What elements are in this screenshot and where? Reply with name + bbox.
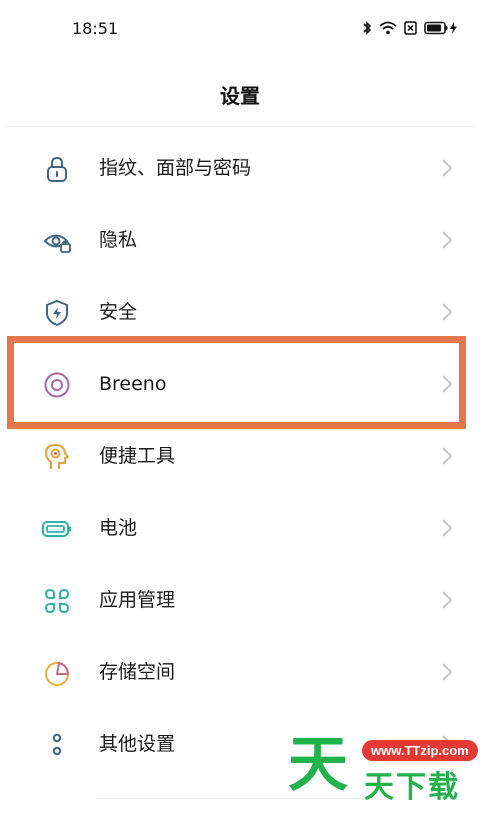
settings-item-label: 电池	[99, 517, 138, 539]
battery-icon	[42, 521, 71, 537]
battery-charging-icon	[424, 21, 457, 35]
breeno-icon	[44, 372, 70, 398]
chevron-right-icon	[442, 519, 453, 537]
status-bar: 18:51	[0, 0, 480, 60]
settings-item-convenience-tools[interactable]: 便捷工具	[0, 420, 480, 492]
settings-item-privacy[interactable]: 隐私	[0, 204, 480, 276]
status-time: 18:51	[72, 19, 119, 38]
watermark-url: www.TTzip.com	[362, 740, 478, 761]
settings-item-label: 存储空间	[99, 661, 176, 683]
privacy-eye-icon	[43, 234, 71, 253]
settings-item-app-management[interactable]: 应用管理	[0, 564, 480, 636]
app-management-icon	[44, 588, 70, 614]
settings-item-label: 安全	[99, 301, 138, 323]
watermark-big-char: 天	[288, 730, 348, 800]
chevron-right-icon	[442, 591, 453, 609]
security-shield-icon	[46, 299, 68, 327]
settings-item-label: 便捷工具	[99, 445, 176, 467]
convenience-tools-icon	[45, 444, 69, 469]
lock-icon	[47, 156, 67, 182]
status-icons	[362, 20, 458, 36]
chevron-right-icon	[442, 447, 453, 465]
watermark-sub-text: 天下载	[364, 770, 460, 805]
settings-item-label: 隐私	[99, 229, 138, 251]
settings-list: 指纹、面部与密码 隐私 安全 Breeno 便捷工具 电池 应用管理 存储空间 …	[0, 132, 480, 780]
chevron-right-icon	[442, 159, 453, 177]
title-divider	[6, 126, 474, 127]
wifi-icon	[379, 21, 397, 35]
settings-item-storage[interactable]: 存储空间	[0, 636, 480, 708]
chevron-right-icon	[442, 375, 453, 393]
sim-blocked-icon	[404, 21, 417, 35]
storage-icon	[45, 662, 69, 686]
settings-item-security[interactable]: 安全	[0, 276, 480, 348]
settings-item-label: 其他设置	[99, 733, 176, 755]
site-watermark: 天 www.TTzip.com 天下载	[288, 730, 480, 824]
settings-item-battery[interactable]: 电池	[0, 492, 480, 564]
settings-item-label: 指纹、面部与密码	[99, 157, 252, 179]
chevron-right-icon	[442, 303, 453, 321]
settings-item-breeno[interactable]: Breeno	[0, 348, 480, 420]
settings-item-fingerprint-face-password[interactable]: 指纹、面部与密码	[0, 132, 480, 204]
bluetooth-icon	[363, 21, 372, 35]
chevron-right-icon	[442, 663, 453, 681]
other-settings-icon	[52, 733, 62, 756]
settings-item-label: 应用管理	[99, 589, 176, 611]
settings-item-label: Breeno	[99, 373, 167, 395]
page-title: 设置	[220, 84, 260, 108]
chevron-right-icon	[442, 231, 453, 249]
